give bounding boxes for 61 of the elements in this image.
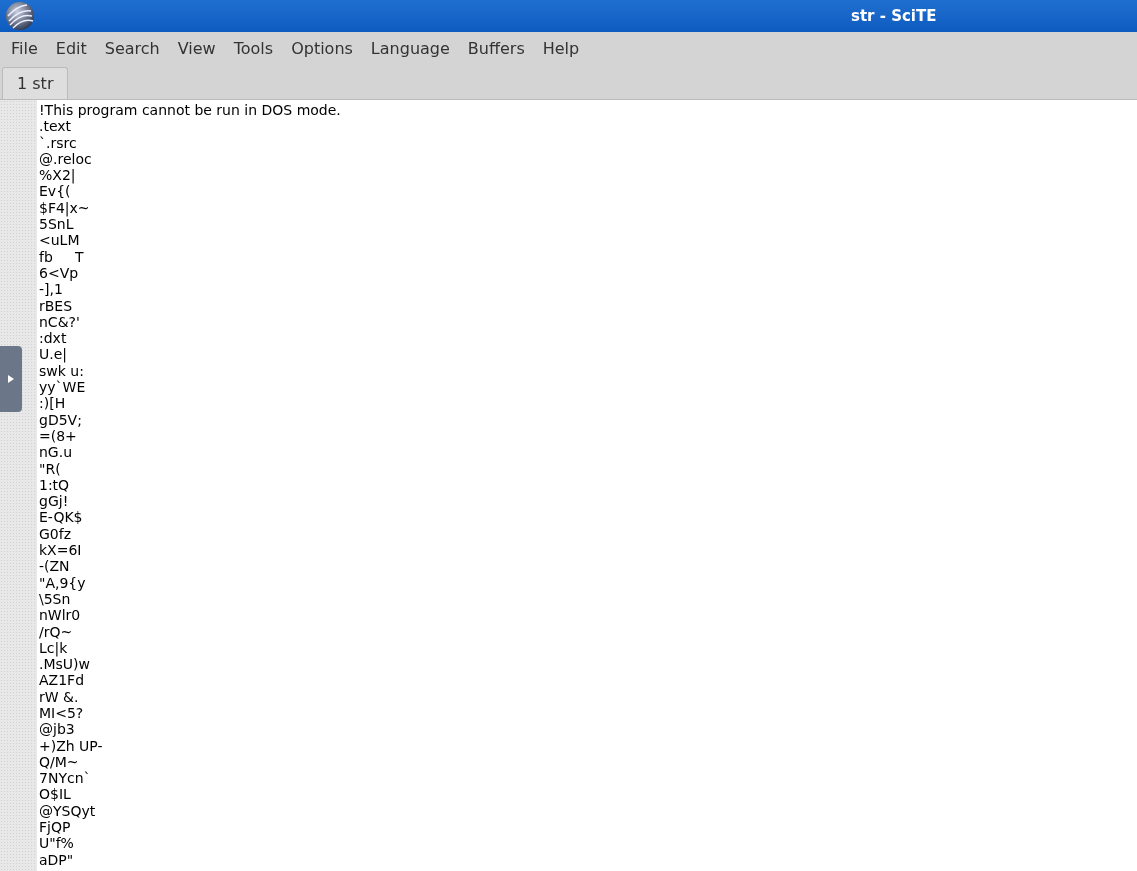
text-line: =(8+ <box>39 427 77 445</box>
document-tab[interactable]: 1 str <box>2 67 69 99</box>
menu-item[interactable]: Search <box>95 37 169 61</box>
text-line: rW &. <box>39 688 79 705</box>
text-line: E-QK$ <box>39 509 83 526</box>
text-line: G0fz <box>39 525 72 542</box>
globe-logo-icon <box>5 1 35 31</box>
menu-item[interactable]: Options <box>282 37 362 61</box>
text-line: nG.u <box>39 444 73 461</box>
side-panel-handle[interactable] <box>0 346 22 412</box>
text-line: 6<Vp <box>39 264 79 282</box>
text-line: AZ1Fd <box>39 672 84 689</box>
menu-item[interactable]: File <box>2 37 47 61</box>
text-line: `.rsrc <box>39 134 77 151</box>
text-line: gD5V; <box>39 411 82 428</box>
text-line: "R( <box>39 460 61 477</box>
text-line: /rQ~ <box>39 623 73 640</box>
menu-item[interactable]: Language <box>361 37 459 61</box>
text-line: O$IL <box>39 786 71 803</box>
text-line: :dxt <box>39 330 67 347</box>
text-line: -(ZN <box>39 558 70 575</box>
text-line: @.reloc <box>39 150 92 168</box>
menu-item[interactable]: Edit <box>46 37 96 61</box>
text-line: "A,9{y <box>39 574 86 591</box>
text-line: Lc|k <box>39 639 68 657</box>
text-line: U"f% <box>39 835 74 852</box>
text-line: %X2| <box>39 167 76 184</box>
text-line: .MsU)w <box>39 656 90 673</box>
text-line: Ev{( <box>39 183 71 200</box>
text-line: 1:tQ <box>39 476 70 494</box>
play-triangle-icon <box>7 374 15 384</box>
text-line: $F4|x~ <box>39 199 90 217</box>
text-line: aDP" <box>39 851 74 868</box>
text-line: +)Zh UP- <box>39 737 103 754</box>
text-line: FjQP <box>39 819 71 836</box>
text-line: 7NYcn` <box>39 770 91 787</box>
menu-item[interactable]: Help <box>533 37 589 61</box>
text-line: .text <box>39 118 72 135</box>
text-line: \5Sn <box>39 590 71 608</box>
text-line: yy`WE <box>39 379 86 396</box>
window-title: str - SciTE <box>851 5 937 27</box>
menu-item[interactable]: View <box>168 37 225 61</box>
text-line: rBES <box>39 297 73 314</box>
text-line: @YSQyt <box>39 802 96 820</box>
text-line: nWlr0 <box>39 607 81 624</box>
text-line: fb T <box>39 248 84 265</box>
menu-item[interactable]: Buffers <box>458 37 534 61</box>
text-line: U.e| <box>39 346 68 363</box>
text-line: 5SnL <box>39 216 74 233</box>
text-line: -],1 <box>39 281 63 298</box>
text-line: <uLM <box>39 232 80 249</box>
text-line: Q/M~ <box>39 753 79 771</box>
text-line: @jb3 <box>39 721 75 738</box>
text-line: gGj! <box>39 493 69 510</box>
text-line: !This program cannot be run in DOS mode. <box>39 102 341 119</box>
text-line: :)[H <box>39 395 66 412</box>
text-line: kX=6I <box>39 542 82 559</box>
text-line: MI<5? <box>39 705 84 722</box>
menu-item[interactable]: Tools <box>224 37 283 61</box>
text-line: swk u: <box>39 362 84 380</box>
text-line: nC&?' <box>39 313 80 331</box>
